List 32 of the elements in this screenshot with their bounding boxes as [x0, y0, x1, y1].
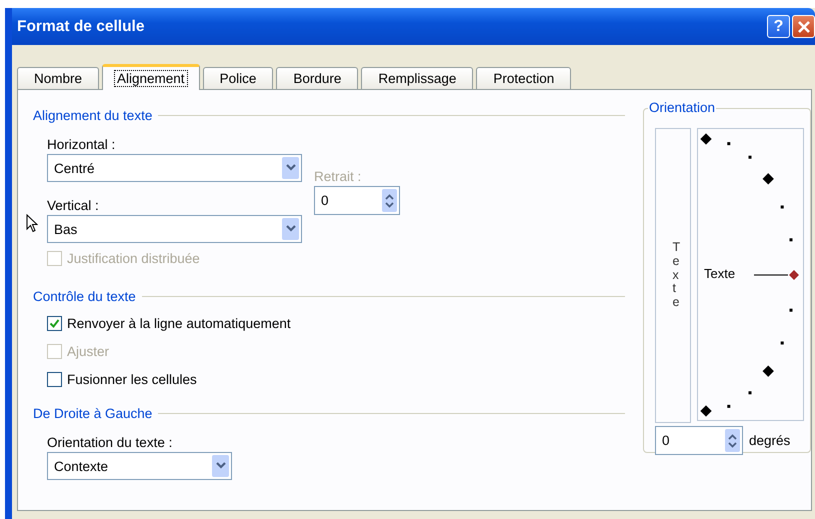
tab[interactable]: Remplissage: [361, 67, 474, 89]
degrees-spinner[interactable]: 0: [655, 426, 743, 455]
vertical-text-option[interactable]: Texte: [655, 128, 691, 423]
vertical-dropdown[interactable]: Bas: [47, 215, 302, 243]
close-icon: [796, 20, 810, 34]
tab[interactable]: Police: [202, 67, 274, 89]
indent-label: Retrait :: [314, 169, 362, 184]
group-title: Alignement du texte: [33, 108, 152, 123]
group-title: Contrôle du texte: [33, 289, 136, 304]
orientation-dial[interactable]: Texte: [697, 128, 804, 421]
help-button[interactable]: ?: [767, 15, 790, 38]
tab[interactable]: Bordure: [276, 67, 358, 89]
horizontal-dropdown[interactable]: Centré: [47, 154, 302, 182]
degrees-label: degrés: [749, 433, 790, 448]
tab[interactable]: Nombre: [17, 67, 100, 89]
group-title: Orientation: [648, 100, 716, 115]
checkbox[interactable]: Fusionner les cellules: [47, 368, 197, 390]
direction-dropdown[interactable]: Contexte: [47, 452, 232, 480]
dial-text: Texte: [704, 266, 736, 281]
tab[interactable]: Protection: [476, 67, 572, 89]
group-title: De Droite à Gauche: [33, 406, 152, 421]
spin-arrows-icon[interactable]: [382, 189, 397, 212]
field-label: Vertical :: [47, 198, 99, 213]
window-title: Format de cellule: [17, 18, 144, 36]
spin-arrows-icon[interactable]: [725, 429, 740, 452]
field-label: Horizontal :: [47, 137, 116, 152]
cursor-icon: [26, 214, 38, 233]
close-button[interactable]: [792, 15, 815, 38]
field-label: Orientation du texte :: [47, 435, 172, 450]
tab[interactable]: Alignement: [102, 64, 200, 90]
checkmark-icon: [49, 318, 60, 328]
checkbox[interactable]: Renvoyer à la ligne automatiquement: [47, 312, 291, 334]
